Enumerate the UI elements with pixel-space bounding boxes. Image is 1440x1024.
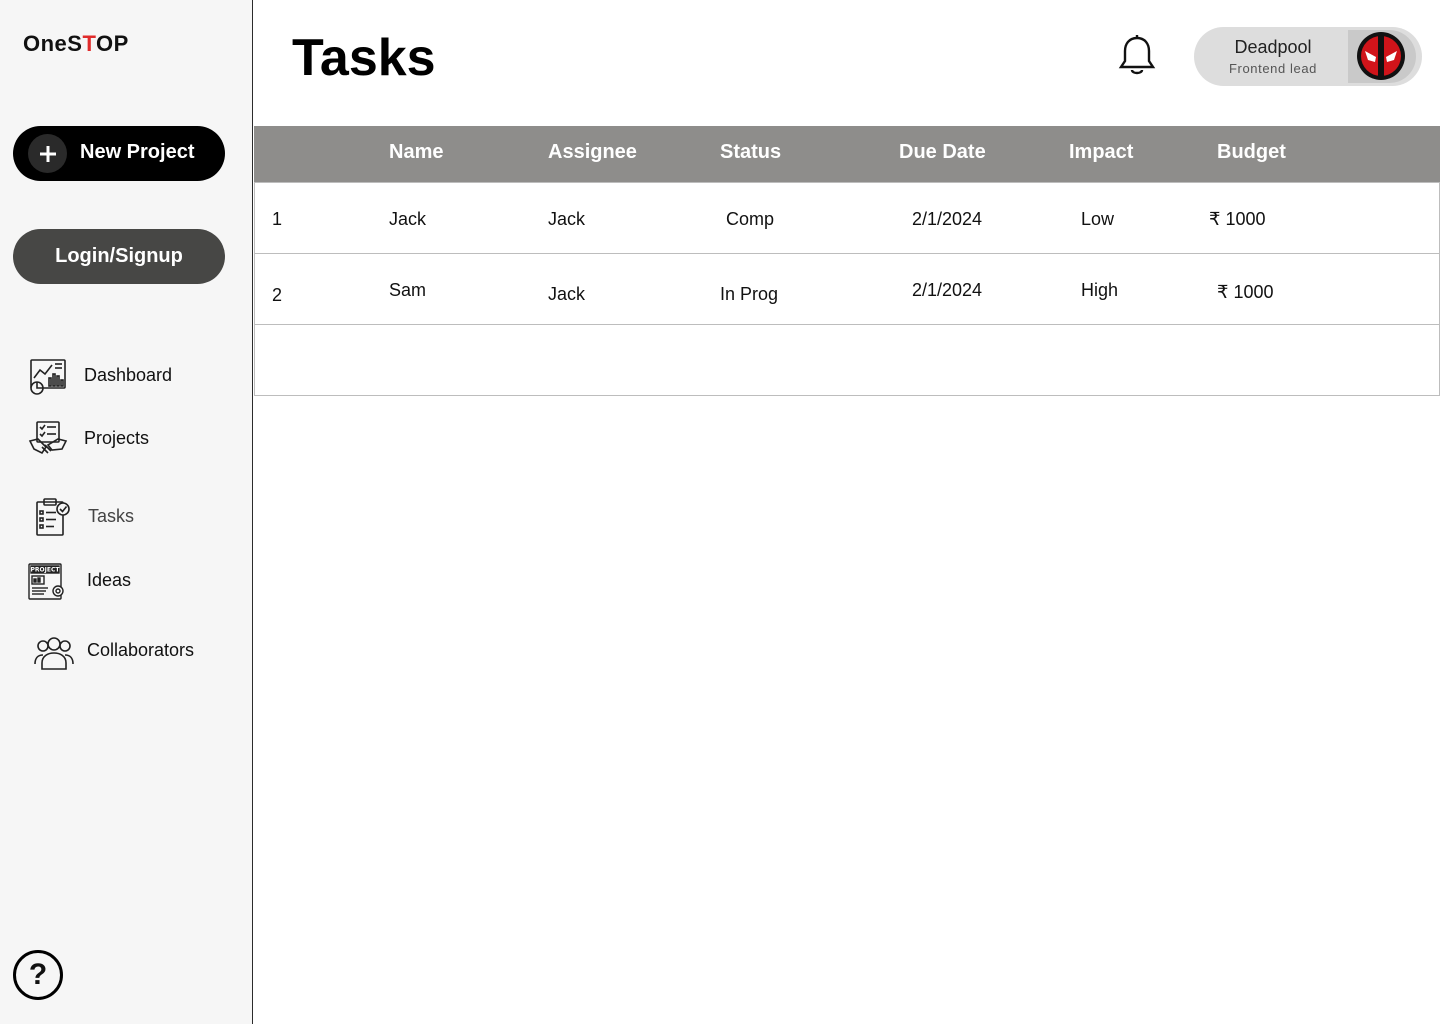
cell-name: Jack [389, 209, 427, 229]
column-header-impact[interactable]: Impact [1069, 141, 1133, 164]
user-profile-card[interactable]: Deadpool Frontend lead [1194, 27, 1422, 86]
handshake-icon [28, 421, 68, 455]
app-logo[interactable]: OneSTOP [23, 31, 129, 57]
cell-impact: High [1081, 280, 1119, 300]
cell-name: Sam [389, 280, 427, 300]
dashboard-icon [30, 359, 66, 395]
project-board-icon: PROJECT [28, 563, 64, 600]
cell-status: Comp [726, 209, 775, 229]
column-header-assignee[interactable]: Assignee [548, 141, 637, 164]
sidebar-item-label: Ideas [87, 570, 132, 590]
sidebar-item-tasks[interactable]: Tasks [0, 493, 253, 541]
sidebar-item-dashboard[interactable]: Dashboard [0, 352, 253, 400]
table-row[interactable]: 1 Jack Jack Comp 2/1/2024 Low ₹ 1000 [254, 182, 1440, 254]
column-header-budget[interactable]: Budget [1217, 141, 1286, 164]
page-title: Tasks [292, 29, 436, 87]
column-header-status[interactable]: Status [720, 141, 781, 164]
sidebar-item-label: Projects [84, 428, 150, 448]
user-role: Frontend lead [1228, 61, 1318, 76]
sidebar-item-label: Tasks [88, 506, 135, 526]
cell-assignee: Jack [548, 209, 586, 229]
column-header-name[interactable]: Name [389, 141, 443, 164]
sidebar-item-projects[interactable]: Projects [0, 415, 253, 463]
clipboard-check-icon [36, 498, 70, 536]
column-header-due-date[interactable]: Due Date [899, 141, 986, 164]
cell-due-date: 2/1/2024 [912, 209, 983, 229]
cell-budget: ₹ 1000 [1217, 282, 1274, 302]
new-project-label: New Project [80, 141, 195, 163]
cell-budget: ₹ 1000 [1209, 209, 1266, 229]
sidebar-item-label: Collaborators [87, 640, 195, 660]
notification-bell-icon[interactable] [1116, 34, 1158, 78]
sidebar: OneSTOP New Project Login/Signup Dashboa… [0, 0, 253, 1024]
cell-assignee: Jack [548, 284, 586, 304]
sidebar-item-ideas[interactable]: PROJECT Ideas [0, 557, 253, 605]
logo-text-prefix: OneS [23, 31, 83, 56]
plus-icon [28, 134, 67, 173]
cell-status: In Prog [720, 284, 779, 304]
table-row[interactable]: 2 Sam Jack In Prog 2/1/2024 High ₹ 1000 [254, 254, 1440, 325]
user-name: Deadpool [1234, 37, 1312, 57]
table-header: Name Assignee Status Due Date Impact Bud… [254, 126, 1440, 182]
cell-due-date: 2/1/2024 [912, 280, 983, 300]
cell-impact: Low [1081, 209, 1115, 229]
table-row-empty [254, 325, 1440, 396]
svg-text:PROJECT: PROJECT [31, 567, 61, 574]
sidebar-item-label: Dashboard [84, 365, 173, 385]
logo-text-suffix: OP [96, 31, 129, 56]
cell-id: 2 [272, 285, 283, 305]
help-button[interactable]: ? [13, 950, 63, 1000]
avatar [1357, 32, 1405, 80]
login-signup-button[interactable]: Login/Signup [13, 229, 225, 284]
new-project-button[interactable]: New Project [13, 126, 225, 181]
tasks-table: Name Assignee Status Due Date Impact Bud… [254, 126, 1440, 396]
sidebar-item-collaborators[interactable]: Collaborators [0, 627, 253, 675]
question-icon: ? [28, 958, 48, 991]
cell-id: 1 [272, 209, 283, 229]
people-icon [34, 637, 74, 670]
logo-text-accent: T [82, 31, 97, 56]
